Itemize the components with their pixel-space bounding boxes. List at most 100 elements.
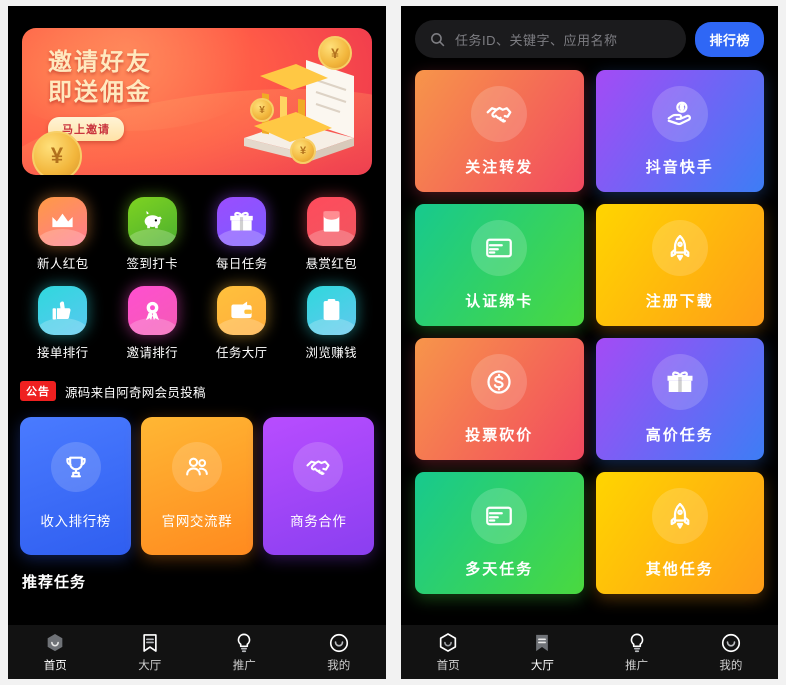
task-category-grid: 关注转发 抖音快手 认证绑卡 注册下载 投票砍价 高价任务 多天任务 其他任务 <box>415 70 764 594</box>
quick-entry-label: 浏览赚钱 <box>305 346 358 360</box>
piggy-bank-icon <box>144 211 162 229</box>
tab-right-推广[interactable]: 推广 <box>590 632 684 673</box>
smiley-circle-icon <box>721 633 740 652</box>
phone-screen-home: ¥ ¥ ¥ ¥ 邀请好友 即送佣金 马上邀请 新人红包 签到打卡 每日任务 悬赏… <box>8 6 386 679</box>
promo-card-label: 商务合作 <box>290 514 347 529</box>
home-hexagon-icon-inactive <box>439 632 457 652</box>
tab-right-首页[interactable]: 首页 <box>401 632 495 673</box>
promo-card-2[interactable]: 官网交流群 <box>141 417 253 555</box>
bottom-tabbar-right: 首页 大厅 推广 我的 <box>401 625 778 679</box>
search-input[interactable]: 任务ID、关键字、应用名称 <box>415 20 687 58</box>
quick-entry-tile <box>306 286 356 335</box>
quick-entry-tile <box>127 197 177 246</box>
hand-coin-icon <box>667 101 691 125</box>
smiley-circle-icon <box>329 633 348 652</box>
banner-illustration: ¥ ¥ ¥ <box>204 34 364 174</box>
rocket-icon <box>670 502 690 529</box>
home-screen-content: ¥ ¥ ¥ ¥ 邀请好友 即送佣金 马上邀请 新人红包 签到打卡 每日任务 悬赏… <box>8 6 386 625</box>
group-icon <box>186 457 208 476</box>
ranking-button[interactable]: 排行榜 <box>695 21 764 57</box>
quick-entry-7[interactable]: 任务大厅 <box>197 286 287 361</box>
quick-entry-1[interactable]: 新人红包 <box>18 197 108 272</box>
tab-right-大厅[interactable]: 大厅 <box>495 632 589 673</box>
promo-card-3[interactable]: 商务合作 <box>262 417 374 555</box>
lightbulb-icon <box>237 633 251 652</box>
task-icon-halo <box>471 85 528 142</box>
search-icon <box>431 32 445 46</box>
coin-icon: ¥ <box>318 36 352 70</box>
dollar-circle-icon <box>487 369 511 394</box>
task-icon-halo <box>651 353 708 410</box>
task-card-3[interactable]: 认证绑卡 <box>415 204 584 326</box>
tab-label: 首页 <box>436 659 460 672</box>
task-card-label: 其他任务 <box>645 560 714 578</box>
quick-entry-grid: 新人红包 签到打卡 每日任务 悬赏红包 接单排行 邀请排行 任务大厅 浏览赚钱 <box>18 197 376 361</box>
quick-entry-6[interactable]: 邀请排行 <box>108 286 198 361</box>
invite-banner[interactable]: ¥ ¥ ¥ ¥ 邀请好友 即送佣金 马上邀请 <box>22 28 372 175</box>
banner-line-1: 邀请好友 <box>48 49 152 76</box>
wallet-icon <box>231 301 252 319</box>
tab-right-我的[interactable]: 我的 <box>684 632 778 673</box>
tab-left-我的[interactable]: 我的 <box>292 632 387 673</box>
credit-card-icon <box>486 238 513 257</box>
promo-icon-halo <box>50 442 101 492</box>
quick-entry-label: 新人红包 <box>36 257 89 271</box>
notice-bar[interactable]: 公告 源码来自阿奇网会员投稿 <box>20 381 374 401</box>
task-card-label: 投票砍价 <box>465 426 534 444</box>
task-card-6[interactable]: 高价任务 <box>595 338 764 460</box>
quick-entry-tile <box>217 197 267 246</box>
tab-label: 我的 <box>327 659 351 672</box>
bookmark-icon <box>143 633 157 652</box>
task-icon-halo <box>471 487 528 544</box>
search-bar: 任务ID、关键字、应用名称 排行榜 <box>401 6 778 64</box>
promo-card-1[interactable]: 收入排行榜 <box>20 417 132 555</box>
quick-entry-label: 签到打卡 <box>126 257 179 271</box>
task-icon-halo <box>471 353 528 410</box>
promo-icon-halo <box>293 442 344 492</box>
task-card-label: 关注转发 <box>465 158 534 176</box>
tab-label: 推广 <box>625 659 649 672</box>
quick-entry-tile <box>217 286 267 335</box>
credit-card-icon <box>486 506 513 525</box>
section-title: 推荐任务 <box>22 574 87 591</box>
quick-entry-label: 每日任务 <box>215 257 268 271</box>
quick-entry-label: 邀请排行 <box>126 346 179 360</box>
notice-text: 源码来自阿奇网会员投稿 <box>65 385 206 400</box>
clipboard-icon <box>323 299 340 321</box>
quick-entry-3[interactable]: 每日任务 <box>197 197 287 272</box>
tab-label: 大厅 <box>530 659 554 672</box>
quick-entry-8[interactable]: 浏览赚钱 <box>287 286 377 361</box>
task-card-5[interactable]: 投票砍价 <box>415 338 584 460</box>
promo-card-label: 官网交流群 <box>161 514 233 529</box>
task-card-2[interactable]: 抖音快手 <box>595 70 764 192</box>
trophy-icon <box>65 456 86 478</box>
tab-left-首页[interactable]: 首页 <box>8 632 103 673</box>
quick-entry-label: 任务大厅 <box>215 346 268 360</box>
quick-entry-tile <box>38 286 88 335</box>
task-card-8[interactable]: 其他任务 <box>595 472 764 594</box>
quick-entry-4[interactable]: 悬赏红包 <box>287 197 377 272</box>
tab-left-大厅[interactable]: 大厅 <box>103 632 198 673</box>
phone-screen-hall: 任务ID、关键字、应用名称 排行榜 关注转发 抖音快手 认证绑卡 注册下载 投票… <box>401 6 778 679</box>
quick-entry-tile <box>306 197 356 246</box>
search-placeholder-text: 任务ID、关键字、应用名称 <box>455 32 618 48</box>
quick-entry-2[interactable]: 签到打卡 <box>108 197 198 272</box>
task-card-label: 多天任务 <box>465 560 534 578</box>
handshake-icon <box>486 106 512 123</box>
task-card-4[interactable]: 注册下载 <box>595 204 764 326</box>
tab-label: 首页 <box>43 659 67 672</box>
task-icon-halo <box>471 219 528 276</box>
tab-label: 推广 <box>232 659 256 672</box>
hall-screen-content: 任务ID、关键字、应用名称 排行榜 关注转发 抖音快手 认证绑卡 注册下载 投票… <box>401 6 778 625</box>
task-card-1[interactable]: 关注转发 <box>415 70 584 192</box>
task-card-7[interactable]: 多天任务 <box>415 472 584 594</box>
task-icon-halo <box>651 85 708 142</box>
tab-left-推广[interactable]: 推广 <box>197 632 292 673</box>
banner-text-block: 邀请好友 即送佣金 马上邀请 <box>48 48 152 141</box>
bookmark-icon-active <box>536 634 549 651</box>
banner-line-2: 即送佣金 <box>48 79 152 106</box>
crown-icon <box>52 213 73 228</box>
quick-entry-5[interactable]: 接单排行 <box>18 286 108 361</box>
promo-icon-halo <box>171 442 222 492</box>
promo-card-label: 收入排行榜 <box>40 514 111 529</box>
